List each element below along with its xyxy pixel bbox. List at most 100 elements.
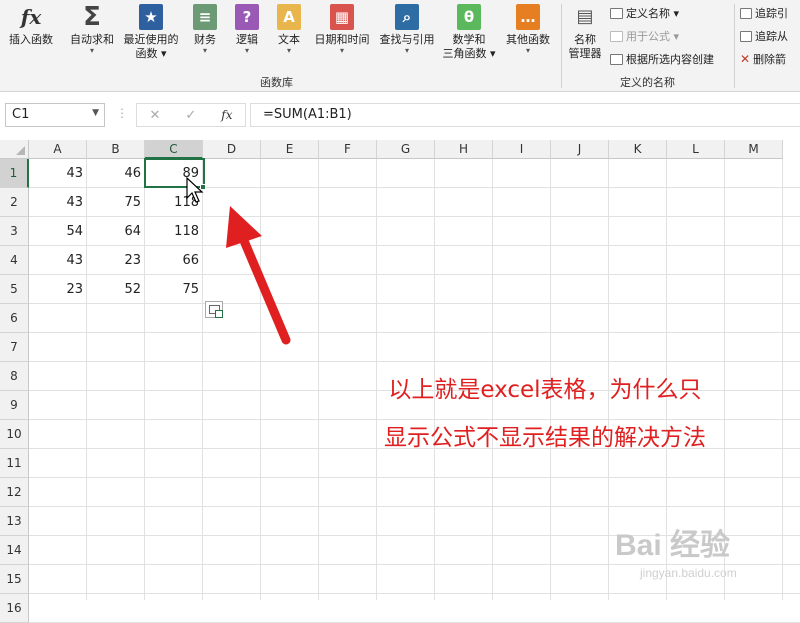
column-header-h[interactable]: H: [435, 140, 493, 159]
row-header-1[interactable]: 1: [0, 159, 29, 188]
financial-button[interactable]: ≡ 财务 ▾: [186, 4, 224, 55]
function-library-group-label: 函数库: [260, 76, 293, 89]
formula-buttons: ✕ ✓ fx: [136, 103, 246, 127]
calendar-icon: ▦: [330, 4, 354, 30]
button-label: 数学和: [452, 33, 486, 46]
create-from-selection-button[interactable]: 根据所选内容创建: [610, 51, 714, 67]
name-manager-button[interactable]: ▤ 名称 管理器: [564, 4, 606, 61]
formula-bar: C1 ▼ ⋮ ✕ ✓ fx =SUM(A1:B1): [0, 92, 800, 140]
row-header-16[interactable]: 16: [0, 594, 29, 623]
cell-c5[interactable]: 75: [145, 275, 203, 304]
text-button[interactable]: A 文本 ▾: [270, 4, 308, 55]
trace-dependents-icon: [740, 30, 752, 42]
gridline: [29, 361, 800, 362]
question-icon: ?: [235, 4, 259, 30]
column-header-f[interactable]: F: [319, 140, 377, 159]
cell-b1[interactable]: 46: [87, 159, 145, 188]
chevron-down-icon[interactable]: ▼: [92, 108, 99, 118]
button-label: 逻辑: [236, 33, 258, 46]
use-in-formula-label: 用于公式 ▾: [626, 30, 680, 43]
trace-dependents-button[interactable]: 追踪从: [740, 28, 788, 44]
column-header-j[interactable]: J: [551, 140, 609, 159]
button-label: 日期和时间: [314, 33, 370, 46]
define-name-button[interactable]: 定义名称 ▾: [610, 5, 679, 21]
column-header-m[interactable]: M: [725, 140, 783, 159]
row-header-8[interactable]: 8: [0, 362, 29, 391]
column-header-b[interactable]: B: [87, 140, 145, 159]
grid-icon: [610, 53, 623, 65]
trace-precedents-icon: [740, 7, 752, 19]
insert-function-icon[interactable]: fx: [221, 108, 232, 122]
autosum-button[interactable]: Σ 自动求和 ▾: [64, 4, 120, 55]
row-header-2[interactable]: 2: [0, 188, 29, 217]
more-functions-icon: …: [516, 4, 540, 30]
column-header-c[interactable]: C: [145, 140, 203, 159]
row-header-9[interactable]: 9: [0, 391, 29, 420]
cell-c4[interactable]: 66: [145, 246, 203, 275]
use-in-formula-button[interactable]: 用于公式 ▾: [610, 28, 679, 44]
row-header-6[interactable]: 6: [0, 304, 29, 333]
dropdown-caret: ▾: [339, 46, 344, 55]
trace-dependents-label: 追踪从: [755, 30, 788, 43]
row-header-3[interactable]: 3: [0, 217, 29, 246]
defined-names-group-label: 定义的名称: [620, 76, 675, 89]
column-header-g[interactable]: G: [377, 140, 435, 159]
dropdown-caret: ▾: [202, 46, 207, 55]
dropdown-caret: ▾: [286, 46, 291, 55]
cell-b3[interactable]: 64: [87, 217, 145, 246]
recently-used-button[interactable]: ★ 最近使用的 函数 ▾: [120, 4, 182, 61]
red-arrow-icon: [226, 206, 291, 345]
cell-a1[interactable]: 43: [29, 159, 87, 188]
row-header-15[interactable]: 15: [0, 565, 29, 594]
row-header-10[interactable]: 10: [0, 420, 29, 449]
name-box[interactable]: C1 ▼: [5, 103, 105, 127]
tag-icon: [610, 7, 623, 19]
grip-icon[interactable]: ⋮: [116, 106, 128, 120]
column-header-k[interactable]: K: [609, 140, 667, 159]
gridline: [29, 564, 800, 565]
cell-b4[interactable]: 23: [87, 246, 145, 275]
row-header-11[interactable]: 11: [0, 449, 29, 478]
row-header-7[interactable]: 7: [0, 333, 29, 362]
column-header-l[interactable]: L: [667, 140, 725, 159]
text-a-icon: A: [277, 4, 301, 30]
formula-input[interactable]: =SUM(A1:B1): [250, 103, 800, 127]
row-header-12[interactable]: 12: [0, 478, 29, 507]
insert-function-button[interactable]: fx 插入函数: [4, 4, 58, 47]
column-header-d[interactable]: D: [203, 140, 261, 159]
cell-b2[interactable]: 75: [87, 188, 145, 217]
math-trig-button[interactable]: θ 数学和 三角函数 ▾: [440, 4, 498, 61]
select-all-corner[interactable]: [0, 140, 29, 159]
remove-arrows-button[interactable]: ✕ 删除箭: [740, 51, 786, 67]
cell-a4[interactable]: 43: [29, 246, 87, 275]
gridline: [782, 159, 783, 600]
cell-a5[interactable]: 23: [29, 275, 87, 304]
gridline: [29, 332, 800, 333]
enter-icon[interactable]: ✓: [185, 108, 196, 123]
row-header-5[interactable]: 5: [0, 275, 29, 304]
date-time-button[interactable]: ▦ 日期和时间 ▾: [310, 4, 374, 55]
more-functions-button[interactable]: … 其他函数 ▾: [500, 4, 556, 55]
column-header-e[interactable]: E: [261, 140, 319, 159]
coins-icon: ≡: [193, 4, 217, 30]
column-header-i[interactable]: I: [493, 140, 551, 159]
name-manager-icon: ▤: [576, 6, 594, 27]
lookup-reference-button[interactable]: ⌕ 查找与引用 ▾: [376, 4, 438, 55]
button-label: 查找与引用: [379, 33, 435, 46]
button-label: 插入函数: [9, 33, 53, 46]
row-header-4[interactable]: 4: [0, 246, 29, 275]
gridline: [29, 506, 800, 507]
lookup-icon: ⌕: [395, 4, 419, 30]
logical-button[interactable]: ? 逻辑 ▾: [228, 4, 266, 55]
cell-b5[interactable]: 52: [87, 275, 145, 304]
ribbon: fx 插入函数 Σ 自动求和 ▾ ★ 最近使用的 函数 ▾ ≡ 财务 ▾ ? 逻…: [0, 0, 800, 92]
row-header-13[interactable]: 13: [0, 507, 29, 536]
row-header-14[interactable]: 14: [0, 536, 29, 565]
cell-c3[interactable]: 118: [145, 217, 203, 246]
cell-a2[interactable]: 43: [29, 188, 87, 217]
cell-a3[interactable]: 54: [29, 217, 87, 246]
cancel-icon[interactable]: ✕: [149, 108, 160, 123]
trace-precedents-button[interactable]: 追踪引: [740, 5, 788, 21]
column-header-a[interactable]: A: [29, 140, 87, 159]
name-box-value: C1: [12, 107, 30, 122]
